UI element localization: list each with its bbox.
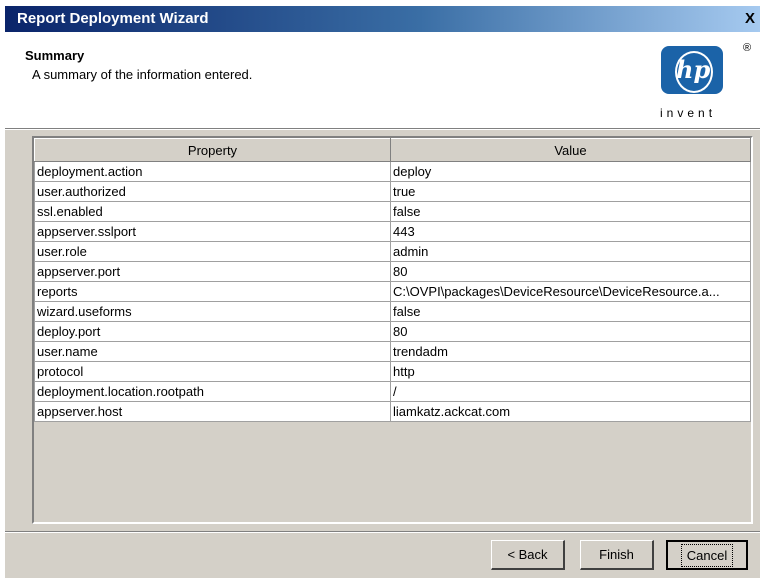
- finish-button[interactable]: Finish: [580, 540, 654, 570]
- title-bar[interactable]: Report Deployment Wizard X: [5, 6, 760, 32]
- table-row[interactable]: deployment.location.rootpath /: [34, 381, 751, 402]
- value-cell: http: [390, 361, 751, 382]
- property-cell: user.name: [34, 341, 391, 362]
- window-title: Report Deployment Wizard: [17, 10, 209, 27]
- table-row[interactable]: appserver.port 80: [34, 261, 751, 282]
- property-cell: user.authorized: [34, 181, 391, 202]
- value-cell: 80: [390, 321, 751, 342]
- table-row[interactable]: deploy.port 80: [34, 321, 751, 342]
- wizard-window: Report Deployment Wizard X Summary A sum…: [5, 6, 760, 578]
- table-row[interactable]: ssl.enabled false: [34, 201, 751, 222]
- summary-table-container[interactable]: Property Value deployment.action deploy us…: [32, 136, 753, 524]
- close-icon[interactable]: X: [740, 10, 760, 28]
- table-row[interactable]: wizard.useforms false: [34, 301, 751, 322]
- back-button[interactable]: < Back: [491, 540, 565, 570]
- logo-tagline: invent: [660, 106, 717, 120]
- table-row[interactable]: appserver.sslport 443: [34, 221, 751, 242]
- hp-logo: hp ® invent: [655, 42, 755, 126]
- cancel-button-label: Cancel: [680, 543, 734, 567]
- property-cell: wizard.useforms: [34, 301, 391, 322]
- value-cell: /: [390, 381, 751, 402]
- page-title: Summary: [25, 48, 85, 63]
- registered-mark: ®: [743, 42, 752, 54]
- logo-tile: hp: [661, 46, 723, 94]
- property-cell: appserver.port: [34, 261, 391, 282]
- footer-divider: [5, 531, 760, 533]
- wizard-header: Summary A summary of the information ent…: [5, 32, 760, 128]
- value-cell: 443: [390, 221, 751, 242]
- column-header-property[interactable]: Property: [34, 138, 391, 162]
- value-cell: true: [390, 181, 751, 202]
- value-cell: C:\OVPI\packages\DeviceResource\DeviceRe…: [390, 281, 751, 302]
- property-cell: user.role: [34, 241, 391, 262]
- column-header-value[interactable]: Value: [390, 138, 751, 162]
- value-cell: false: [390, 301, 751, 322]
- property-cell: reports: [34, 281, 391, 302]
- property-cell: deployment.action: [34, 161, 391, 182]
- table-row[interactable]: reports C:\OVPI\packages\DeviceResource\D…: [34, 281, 751, 302]
- table-header-row: Property Value: [34, 138, 751, 162]
- value-cell: admin: [390, 241, 751, 262]
- table-row[interactable]: deployment.action deploy: [34, 161, 751, 182]
- summary-table: Property Value deployment.action deploy us…: [34, 138, 751, 422]
- property-cell: appserver.host: [34, 401, 391, 422]
- value-cell: trendadm: [390, 341, 751, 362]
- property-cell: ssl.enabled: [34, 201, 391, 222]
- value-cell: false: [390, 201, 751, 222]
- property-cell: deployment.location.rootpath: [34, 381, 391, 402]
- table-body: deployment.action deploy user.authorized tr…: [34, 161, 751, 422]
- header-divider: [5, 128, 760, 130]
- value-cell: deploy: [390, 161, 751, 182]
- value-cell: 80: [390, 261, 751, 282]
- value-cell: liamkatz.ackcat.com: [390, 401, 751, 422]
- table-row[interactable]: appserver.host liamkatz.ackcat.com: [34, 401, 751, 422]
- property-cell: appserver.sslport: [34, 221, 391, 242]
- property-cell: protocol: [34, 361, 391, 382]
- table-row[interactable]: user.name trendadm: [34, 341, 751, 362]
- logo-mark: hp: [676, 55, 711, 84]
- page-subtitle: A summary of the information entered.: [32, 67, 253, 82]
- table-row[interactable]: user.role admin: [34, 241, 751, 262]
- table-row[interactable]: protocol http: [34, 361, 751, 382]
- property-cell: deploy.port: [34, 321, 391, 342]
- table-row[interactable]: user.authorized true: [34, 181, 751, 202]
- cancel-button[interactable]: Cancel: [666, 540, 748, 570]
